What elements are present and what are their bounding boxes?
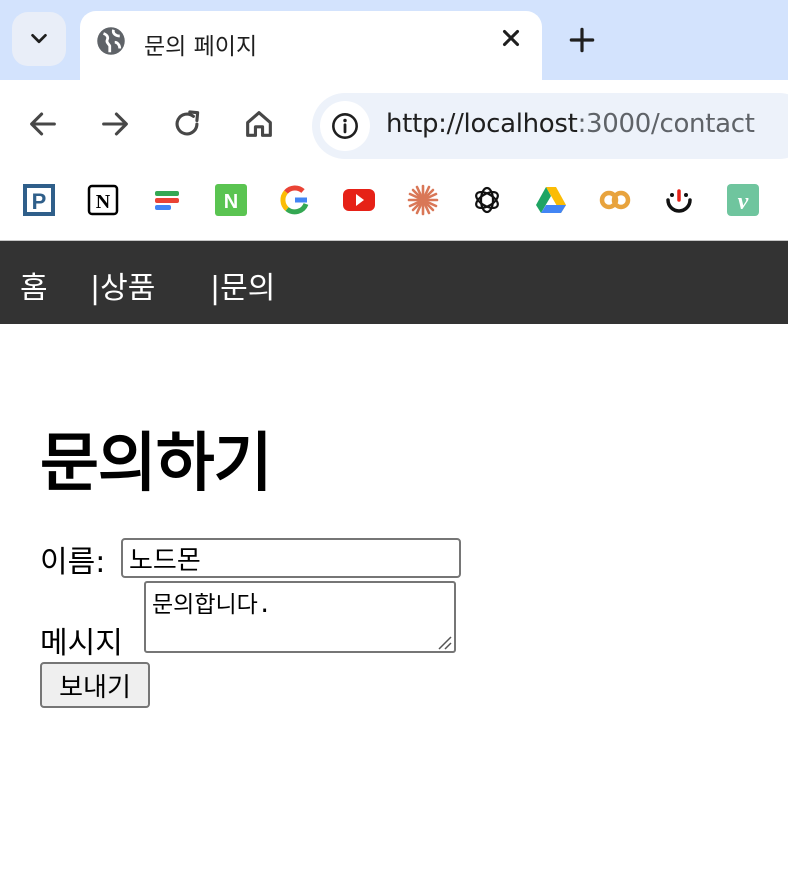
- globe-icon: [97, 27, 125, 55]
- nav-link-contact[interactable]: |문의: [210, 263, 275, 307]
- url-host: http://localhost: [386, 109, 578, 139]
- reload-icon[interactable]: [170, 107, 204, 141]
- message-textarea[interactable]: 문의합니다.: [144, 581, 456, 653]
- vimeo-icon[interactable]: v: [726, 183, 760, 217]
- address-bar[interactable]: http://localhost:3000/contact: [312, 93, 788, 159]
- google-drive-icon[interactable]: [534, 183, 568, 217]
- bookmarks-bar: P N N v: [0, 172, 788, 241]
- stacked-bars-icon[interactable]: [150, 183, 184, 217]
- svg-text:N: N: [224, 191, 238, 213]
- youtube-icon[interactable]: [342, 183, 376, 217]
- site-info-button[interactable]: [320, 101, 370, 151]
- browser-toolbar: http://localhost:3000/contact: [0, 80, 788, 172]
- nav-link-products[interactable]: |상품: [90, 263, 155, 307]
- back-arrow-icon[interactable]: [26, 107, 60, 141]
- info-icon: [332, 113, 358, 139]
- forward-arrow-icon[interactable]: [98, 107, 132, 141]
- name-input[interactable]: [121, 538, 461, 578]
- browser-tab[interactable]: 문의 페이지: [80, 11, 542, 80]
- tab-strip: 문의 페이지: [0, 0, 788, 80]
- site-nav: 홈 |상품 |문의: [0, 241, 788, 324]
- home-icon[interactable]: [242, 107, 276, 141]
- page-title: 문의하기: [40, 427, 273, 501]
- new-tab-icon[interactable]: [566, 24, 598, 56]
- openai-icon[interactable]: [470, 183, 504, 217]
- google-icon[interactable]: [278, 183, 312, 217]
- svg-text:N: N: [96, 191, 111, 213]
- colab-icon[interactable]: [598, 183, 632, 217]
- url-text: http://localhost:3000/contact: [386, 109, 755, 139]
- url-path: :3000/contact: [577, 109, 755, 139]
- notion-icon[interactable]: N: [86, 183, 120, 217]
- message-label: 메시지: [40, 626, 123, 661]
- send-button[interactable]: 보내기: [40, 662, 150, 708]
- resize-grip-icon[interactable]: [436, 634, 452, 650]
- p-app-icon[interactable]: P: [22, 183, 56, 217]
- claude-icon[interactable]: [406, 183, 440, 217]
- nav-link-home[interactable]: 홈: [20, 263, 48, 307]
- smile-icon[interactable]: [662, 183, 696, 217]
- naver-n-icon[interactable]: N: [214, 183, 248, 217]
- tab-search-button[interactable]: [12, 12, 66, 66]
- name-label: 이름:: [40, 545, 106, 580]
- close-icon[interactable]: [498, 25, 524, 51]
- svg-text:v: v: [738, 189, 749, 215]
- chevron-down-icon: [31, 33, 47, 44]
- tab-title: 문의 페이지: [144, 34, 258, 60]
- svg-text:P: P: [32, 189, 47, 214]
